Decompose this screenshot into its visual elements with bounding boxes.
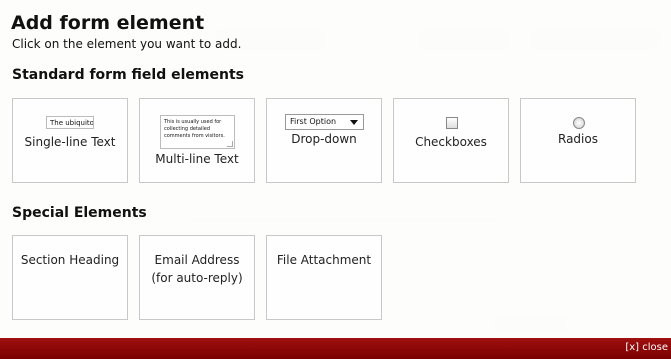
section-heading-option[interactable]: Section Heading [12,235,128,320]
add-form-element-dialog: Add form element Click on the element yo… [0,0,671,338]
email-address-label: Email Address [154,253,240,267]
single-line-text-option[interactable]: The ubiquitous Single-line Text [12,98,128,183]
drop-down-label: Drop-down [291,132,357,146]
checkboxes-label: Checkboxes [415,135,487,149]
special-section-heading: Special Elements [12,205,147,221]
radios-option[interactable]: Radios [520,98,636,183]
section-heading-label: Section Heading [20,253,120,267]
dialog-title: Add form element [11,12,205,34]
standard-section-heading: Standard form field elements [12,67,244,83]
file-attachment-label: File Attachment [276,253,372,267]
dialog-footer-bar: [x] close [0,338,671,359]
file-attachment-option[interactable]: File Attachment [266,235,382,320]
multi-line-text-preview-text: This is usually used for collecting deta… [164,119,225,139]
checkbox-icon [446,117,458,129]
drop-down-preview: First Option [285,114,364,130]
email-address-option[interactable]: Email Address (for auto-reply) [139,235,255,320]
resize-grip-icon [227,141,233,147]
multi-line-text-label: Multi-line Text [155,152,239,166]
single-line-text-preview: The ubiquitous [46,116,94,129]
dialog-subtitle: Click on the element you want to add. [12,37,242,51]
multi-line-text-preview: This is usually used for collecting deta… [160,115,235,149]
close-button[interactable]: [x] close [625,342,668,353]
drop-down-preview-text: First Option [290,117,337,126]
radio-icon [573,117,585,129]
radios-label: Radios [558,132,598,146]
multi-line-text-option[interactable]: This is usually used for collecting deta… [139,98,255,183]
checkboxes-option[interactable]: Checkboxes [393,98,509,183]
single-line-text-label: Single-line Text [24,135,116,149]
chevron-down-icon [350,120,358,125]
drop-down-option[interactable]: First Option Drop-down [266,98,382,183]
email-address-sublabel: (for auto-reply) [151,271,243,285]
